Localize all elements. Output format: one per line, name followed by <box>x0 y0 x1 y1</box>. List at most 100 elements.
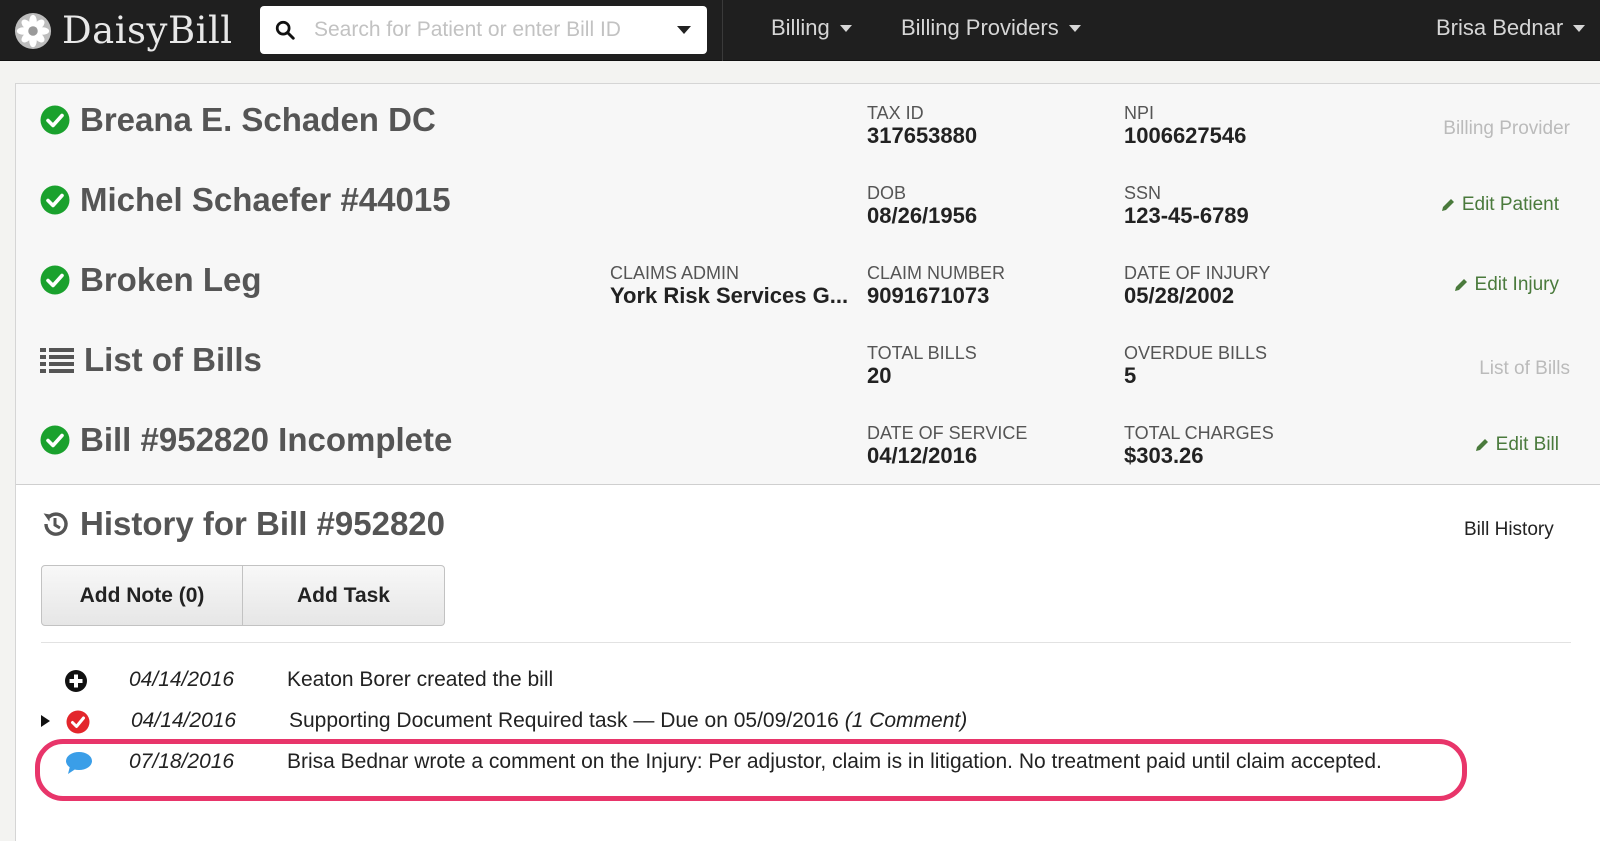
total-bills-value: 20 <box>867 363 892 388</box>
edit-bill-label: Edit Bill <box>1495 434 1559 455</box>
search-icon <box>275 20 295 40</box>
nav-user-menu[interactable]: Brisa Bednar <box>1436 0 1586 56</box>
bill-summary-panel: Breana E. Schaden DC TAX ID 317653880 NP… <box>15 83 1600 841</box>
list-of-bills-row[interactable]: List of Bills TOTAL BILLS 20 OVERDUE BIL… <box>16 324 1600 405</box>
top-navbar: DaisyBill Billing Billing Providers Bris… <box>0 0 1600 61</box>
overdue-bills-field: OVERDUE BILLS 5 <box>1124 342 1267 388</box>
nav-billing-label: Billing <box>771 15 830 40</box>
check-circle-icon <box>40 105 70 135</box>
dob-field: DOB 08/26/1956 <box>867 182 977 228</box>
history-date: 04/14/2016 <box>131 709 237 732</box>
ssn-field: SSN 123-45-6789 <box>1124 182 1249 228</box>
history-text-wrap: Supporting Document Required task — Due … <box>289 709 967 733</box>
caret-down-icon <box>839 24 852 32</box>
history-actions: Add Note (0) Add Task <box>41 565 445 626</box>
nav-billing-menu[interactable]: Billing <box>771 0 852 56</box>
edit-patient-link[interactable]: Edit Patient <box>1440 194 1559 216</box>
date-of-service-field: DATE OF SERVICE 04/12/2016 <box>867 422 1027 468</box>
nav-billing-providers-label: Billing Providers <box>901 15 1059 40</box>
bill-status-title: Bill #952820 Incomplete <box>80 421 453 458</box>
highlight-annotation <box>35 739 1467 801</box>
history-date: 04/14/2016 <box>129 668 235 691</box>
date-of-injury-value: 05/28/2002 <box>1124 283 1235 308</box>
total-charges-field: TOTAL CHARGES $303.26 <box>1124 422 1274 468</box>
daisy-logo-icon <box>14 12 52 50</box>
npi-value: 1006627546 <box>1124 123 1247 148</box>
check-circle-icon <box>40 185 70 215</box>
claim-number-value: 9091671073 <box>867 283 990 308</box>
brand[interactable]: DaisyBill <box>14 10 233 52</box>
claims-admin-value: York Risk Services G... <box>610 283 849 308</box>
add-note-button[interactable]: Add Note (0) <box>41 565 243 626</box>
nav-user-name: Brisa Bednar <box>1436 15 1564 40</box>
check-circle-icon <box>40 425 70 455</box>
edit-bill-link[interactable]: Edit Bill <box>1474 434 1559 456</box>
history-text: Supporting Document Required task — Due … <box>289 709 839 732</box>
history-heading: History for Bill #952820 <box>80 505 445 542</box>
edit-injury-link[interactable]: Edit Injury <box>1453 274 1559 296</box>
ssn-value: 123-45-6789 <box>1124 203 1249 228</box>
provider-title: Breana E. Schaden DC <box>40 100 436 140</box>
history-icon <box>43 512 68 536</box>
caret-down-icon <box>1068 24 1081 32</box>
claims-admin-field: CLAIMS ADMIN York Risk Services G... <box>610 262 848 308</box>
provider-row[interactable]: Breana E. Schaden DC TAX ID 317653880 NP… <box>16 84 1600 165</box>
total-bills-field: TOTAL BILLS 20 <box>867 342 977 388</box>
date-of-injury-label: DATE OF INJURY <box>1124 263 1271 283</box>
tax-id-field: TAX ID 317653880 <box>867 102 977 148</box>
search-dropdown-caret-icon[interactable] <box>677 26 691 34</box>
date-of-injury-field: DATE OF INJURY 05/28/2002 <box>1124 262 1270 308</box>
patient-title: Michel Schaefer #44015 <box>40 180 451 220</box>
add-task-button[interactable]: Add Task <box>243 565 445 626</box>
history-text: Keaton Borer created the bill <box>287 668 554 691</box>
date-of-service-label: DATE OF SERVICE <box>867 423 1028 443</box>
overdue-bills-label: OVERDUE BILLS <box>1124 343 1268 363</box>
bill-title: Bill #952820 Incomplete <box>40 420 452 460</box>
patient-name: Michel Schaefer #44015 <box>80 181 451 218</box>
history-title: History for Bill #952820 <box>40 504 445 544</box>
total-charges-value: $303.26 <box>1124 443 1204 468</box>
nav-divider <box>722 0 723 61</box>
caret-down-icon <box>1573 24 1586 32</box>
injury-title: Broken Leg <box>40 260 262 300</box>
list-of-bills-label: List of Bills <box>84 341 262 378</box>
billing-provider-link[interactable]: Billing Provider <box>1443 118 1570 140</box>
list-of-bills-title: List of Bills <box>40 340 262 380</box>
nav-billing-providers-menu[interactable]: Billing Providers <box>901 0 1081 56</box>
tax-id-label: TAX ID <box>867 103 924 123</box>
dob-label: DOB <box>867 183 907 203</box>
ssn-label: SSN <box>1124 183 1162 203</box>
edit-patient-label: Edit Patient <box>1461 194 1559 215</box>
plus-circle-icon <box>65 670 87 692</box>
overdue-bills-value: 5 <box>1124 363 1137 388</box>
bill-history-label: Bill History <box>1464 519 1554 540</box>
claim-number-field: CLAIM NUMBER 9091671073 <box>867 262 1005 308</box>
history-divider <box>41 642 1571 643</box>
total-charges-label: TOTAL CHARGES <box>1124 423 1274 443</box>
npi-label: NPI <box>1124 103 1155 123</box>
npi-field: NPI 1006627546 <box>1124 102 1246 148</box>
comment-count[interactable]: (1 Comment) <box>845 709 968 732</box>
tax-id-value: 317653880 <box>867 123 978 148</box>
brand-name: DaisyBill <box>62 9 233 52</box>
total-bills-label: TOTAL BILLS <box>867 343 977 363</box>
pencil-icon <box>1475 439 1488 451</box>
pencil-icon <box>1441 199 1454 211</box>
dob-value: 08/26/1956 <box>867 203 978 228</box>
list-of-bills-link[interactable]: List of Bills <box>1479 358 1570 380</box>
history-item: 04/14/2016 Supporting Document Required … <box>16 706 1566 736</box>
search-input[interactable] <box>314 14 644 46</box>
claims-admin-label: CLAIMS ADMIN <box>610 263 740 283</box>
patient-row[interactable]: Michel Schaefer #44015 DOB 08/26/1956 SS… <box>16 164 1600 245</box>
check-circle-icon <box>40 265 70 295</box>
provider-name: Breana E. Schaden DC <box>80 101 436 138</box>
injury-name: Broken Leg <box>80 261 262 298</box>
expand-arrow-icon[interactable] <box>41 715 50 727</box>
edit-injury-label: Edit Injury <box>1474 274 1559 295</box>
search-box[interactable] <box>260 6 707 54</box>
injury-row[interactable]: Broken Leg CLAIMS ADMIN York Risk Servic… <box>16 244 1600 325</box>
bill-row[interactable]: Bill #952820 Incomplete DATE OF SERVICE … <box>16 404 1600 485</box>
date-of-service-value: 04/12/2016 <box>867 443 978 468</box>
history-item: 04/14/2016 Keaton Borer created the bill <box>16 665 1566 695</box>
pencil-icon <box>1454 279 1467 291</box>
